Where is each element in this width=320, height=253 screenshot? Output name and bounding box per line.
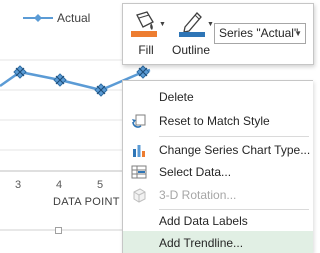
menu-item-3d-rotation[interactable]: 3-D Rotation... [123,183,313,207]
chart-element-selector-value: Series "Actual" [219,26,299,40]
menu-item-label: Add Data Labels [159,214,248,228]
x-tick-label: 3 [15,179,22,191]
menu-item-label: Change Series Chart Type... [159,143,311,157]
menu-item-label: Select Data... [159,165,232,179]
select-data-icon [131,165,147,179]
x-tick-label: 5 [97,179,104,191]
chart-type-icon [133,145,145,157]
rotation-3d-icon [133,188,146,203]
menu-item-add-data-labels[interactable]: Add Data Labels [123,209,313,233]
legend-label: Actual [57,11,91,25]
format-mini-toolbar: ▼ Fill ▼ Outline Series "Actual" ▼ [122,3,314,65]
chart-element-selector[interactable]: Series "Actual" ▼ [214,23,306,44]
outline-label: Outline [171,43,211,57]
fill-dropdown-arrow[interactable]: ▼ [159,21,166,28]
fill-label: Fill [138,43,154,57]
menu-item-label: Delete [159,90,194,104]
menu-item-select-data[interactable]: Select Data... [123,160,313,184]
fill-button[interactable]: ▼ Fill [127,7,166,61]
menu-item-label: Reset to Match Style [159,114,270,128]
menu-item-reset-to-match-style[interactable]: Reset to Match Style [123,109,313,133]
chevron-down-icon[interactable]: ▼ [294,24,302,43]
menu-item-label: Add Trendline... [159,236,244,250]
x-axis-title: DATA POINT [53,196,120,208]
outline-dropdown-arrow[interactable]: ▼ [207,21,214,28]
menu-item-delete[interactable]: Delete [123,85,313,109]
x-tick-label: 4 [56,179,63,191]
context-menu: Delete Reset to Match Style Change Serie… [122,80,313,253]
menu-item-label: 3-D Rotation... [159,188,237,202]
menu-item-change-series-chart-type[interactable]: Change Series Chart Type... [123,138,313,162]
legend-marker [34,14,42,22]
reset-style-icon [132,114,146,128]
outline-button[interactable]: ▼ Outline [169,7,214,61]
paint-bucket-icon [131,11,157,37]
menu-separator [159,136,309,137]
menu-item-add-trendline[interactable]: Add Trendline... [123,231,313,253]
pen-outline-icon [179,12,205,37]
chart-resize-handle[interactable] [55,227,62,234]
